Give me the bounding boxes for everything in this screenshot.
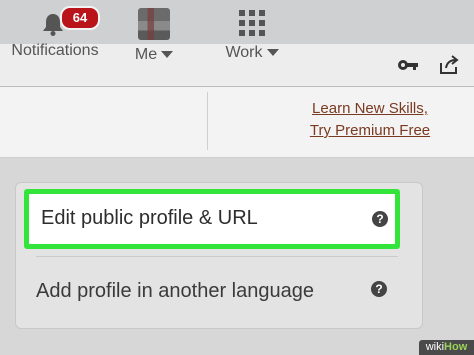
nav-work-label: Work: [225, 44, 263, 61]
watermark-suffix: How: [444, 341, 468, 353]
nav-me[interactable]: Me: [122, 6, 186, 64]
key-icon[interactable]: [397, 58, 419, 72]
nav-notifications-label: Notifications: [11, 42, 99, 59]
help-icon[interactable]: ?: [371, 281, 387, 297]
help-icon[interactable]: ?: [372, 211, 388, 227]
caret-down-icon: [266, 49, 279, 57]
nav-divider: [207, 92, 208, 150]
premium-link-line2[interactable]: Try Premium Free: [300, 120, 440, 142]
add-profile-language-label[interactable]: Add profile in another language: [36, 280, 314, 303]
nav-me-label: Me: [134, 46, 158, 63]
share-icon[interactable]: [438, 55, 460, 75]
premium-promo: Learn New Skills, Try Premium Free: [300, 98, 440, 142]
row-divider: [36, 256, 398, 257]
caret-down-icon: [161, 51, 174, 59]
notification-count-badge: 64: [60, 6, 100, 30]
edit-public-profile-row[interactable]: Edit public profile & URL ?: [24, 189, 400, 249]
wikihow-watermark: wikiHow: [419, 340, 474, 355]
edit-public-profile-label: Edit public profile & URL: [41, 207, 258, 229]
avatar: [138, 8, 170, 40]
nav-notifications[interactable]: 64 Notifications: [8, 6, 102, 60]
app-grid-icon: [239, 10, 265, 36]
nav-work[interactable]: Work: [220, 6, 284, 62]
watermark-prefix: wiki: [425, 341, 445, 353]
premium-link-line1[interactable]: Learn New Skills,: [300, 98, 440, 120]
